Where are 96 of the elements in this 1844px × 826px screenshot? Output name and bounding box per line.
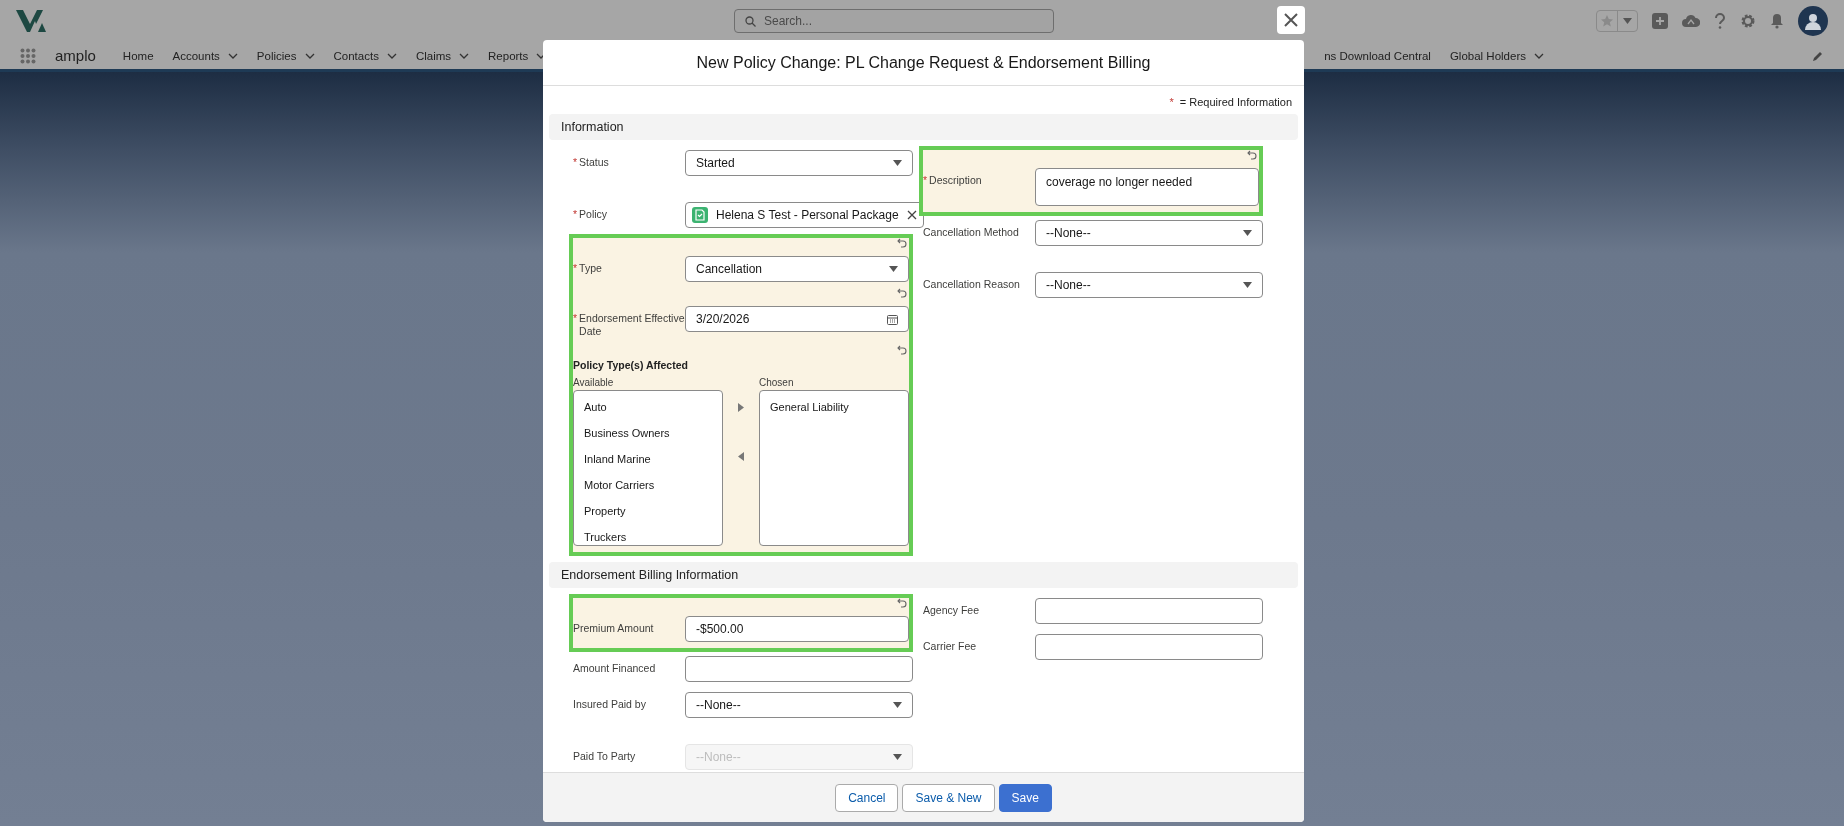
dropdown-caret-icon: [893, 702, 902, 709]
required-asterisk: *: [573, 156, 578, 169]
list-label: Chosen: [759, 377, 795, 389]
close-icon: [1283, 12, 1299, 28]
list-option[interactable]: General Liability: [760, 395, 908, 422]
save-button[interactable]: Save: [998, 783, 1052, 812]
favorites-button[interactable]: [1596, 10, 1638, 32]
help-icon[interactable]: [1714, 13, 1726, 29]
app-launcher-icon[interactable]: [20, 47, 36, 64]
caret-down-icon: [1623, 18, 1632, 24]
chevron-down-icon: [386, 52, 397, 59]
undo-icon[interactable]: [897, 238, 907, 248]
undo-icon[interactable]: [897, 288, 907, 298]
field-label: Paid To Party: [573, 750, 636, 763]
notification-bell-icon[interactable]: [1770, 13, 1784, 29]
undo-icon[interactable]: [897, 598, 907, 609]
avatar-silhouette-icon: [1804, 12, 1822, 30]
nav-tab[interactable]: Home: [122, 49, 154, 62]
list-option[interactable]: Truckers: [574, 525, 722, 546]
policy-record-icon: [692, 207, 708, 223]
required-info-note: = Required Information: [1179, 96, 1292, 108]
modal-title: New Policy Change: PL Change Request & Endorsement Billing: [543, 40, 1304, 86]
chevron-down-icon: [1534, 52, 1544, 59]
field-label: Policy Type(s) Affected: [573, 359, 689, 372]
nav-tab[interactable]: Global Holders: [1449, 49, 1544, 62]
nav-tab[interactable]: Claims: [415, 49, 470, 62]
field-label: Status: [579, 156, 609, 169]
select-field[interactable]: Cancellation: [685, 256, 909, 282]
search-icon: [745, 15, 756, 27]
required-asterisk: *: [573, 312, 578, 325]
field-label: Carrier Fee: [923, 640, 977, 653]
field-label: Insured Paid by: [573, 698, 646, 711]
dropdown-caret-icon: [1243, 230, 1252, 236]
section-header: Endorsement Billing Information: [549, 562, 1298, 589]
list-option[interactable]: Business Owners: [574, 421, 722, 448]
move-left-button[interactable]: [736, 450, 746, 464]
list-option[interactable]: Auto: [574, 395, 722, 422]
cloud-icon[interactable]: [1682, 14, 1700, 28]
field-label: Cancellation Method: [923, 226, 1019, 239]
chevron-down-icon: [227, 52, 238, 59]
list-option[interactable]: Inland Marine: [574, 447, 722, 474]
edit-pencil-icon[interactable]: [1812, 49, 1824, 62]
field-label: Description: [929, 174, 982, 187]
settings-icon[interactable]: [1740, 13, 1756, 29]
select-field[interactable]: --None--: [1035, 272, 1263, 298]
field-label: Premium Amount: [573, 622, 654, 635]
user-avatar[interactable]: [1798, 6, 1828, 36]
list-label: Available: [573, 377, 615, 389]
field-label: Policy: [579, 208, 608, 221]
input-field[interactable]: [1035, 598, 1263, 625]
footer-button[interactable]: Save & New: [902, 783, 995, 812]
field-label: Amount Financed: [573, 662, 656, 675]
field-label: Endorsement Effective Date: [579, 312, 685, 338]
chevron-down-icon: [459, 52, 470, 59]
app-name: amplo: [55, 47, 96, 64]
search-field[interactable]: Search...: [734, 9, 1054, 33]
chevron-down-icon: [304, 52, 315, 59]
field-label: Type: [579, 262, 602, 275]
star-icon: [1601, 15, 1613, 27]
add-icon[interactable]: [1652, 13, 1668, 29]
caret-left-icon: [738, 452, 744, 462]
dropdown-caret-icon: [1243, 282, 1252, 288]
required-asterisk: *: [1169, 96, 1174, 108]
required-asterisk: *: [573, 208, 578, 221]
clear-icon[interactable]: [906, 210, 917, 220]
undo-icon[interactable]: [1247, 150, 1257, 160]
nav-tab[interactable]: ns Download Central: [1324, 49, 1431, 62]
select-field[interactable]: --None--: [685, 692, 913, 719]
nav-tab[interactable]: Policies: [256, 49, 315, 62]
lookup-field[interactable]: Helena S Test - Personal Package: [685, 202, 924, 228]
input-field[interactable]: [685, 656, 913, 683]
caret-right-icon: [738, 403, 744, 413]
section-header: Information: [549, 114, 1298, 140]
calendar-icon[interactable]: [887, 313, 898, 325]
input-field[interactable]: [1035, 634, 1263, 661]
dropdown-caret-icon: [893, 160, 902, 166]
nav-tab[interactable]: Contacts: [333, 49, 397, 62]
footer-button[interactable]: Cancel: [835, 783, 899, 812]
input-field[interactable]: -$500.00: [685, 616, 909, 643]
select-field[interactable]: Started: [685, 150, 913, 176]
dropdown-caret-icon: [889, 266, 898, 272]
company-logo[interactable]: [16, 10, 46, 32]
move-right-button[interactable]: [736, 401, 746, 415]
field-label: Cancellation Reason: [923, 278, 1020, 291]
required-asterisk: *: [923, 174, 928, 187]
select-field[interactable]: --None--: [1035, 220, 1263, 246]
nav-tab[interactable]: Accounts: [172, 49, 238, 62]
description-field[interactable]: coverage no longer needed: [1035, 168, 1259, 206]
close-button[interactable]: [1277, 6, 1305, 34]
list-option[interactable]: Property: [574, 499, 722, 526]
dropdown-caret-icon: [893, 754, 902, 761]
required-asterisk: *: [573, 262, 578, 275]
field-label: Agency Fee: [923, 604, 980, 617]
date-field[interactable]: 3/20/2026: [685, 306, 909, 332]
undo-icon[interactable]: [897, 345, 907, 356]
list-option[interactable]: Motor Carriers: [574, 473, 722, 500]
